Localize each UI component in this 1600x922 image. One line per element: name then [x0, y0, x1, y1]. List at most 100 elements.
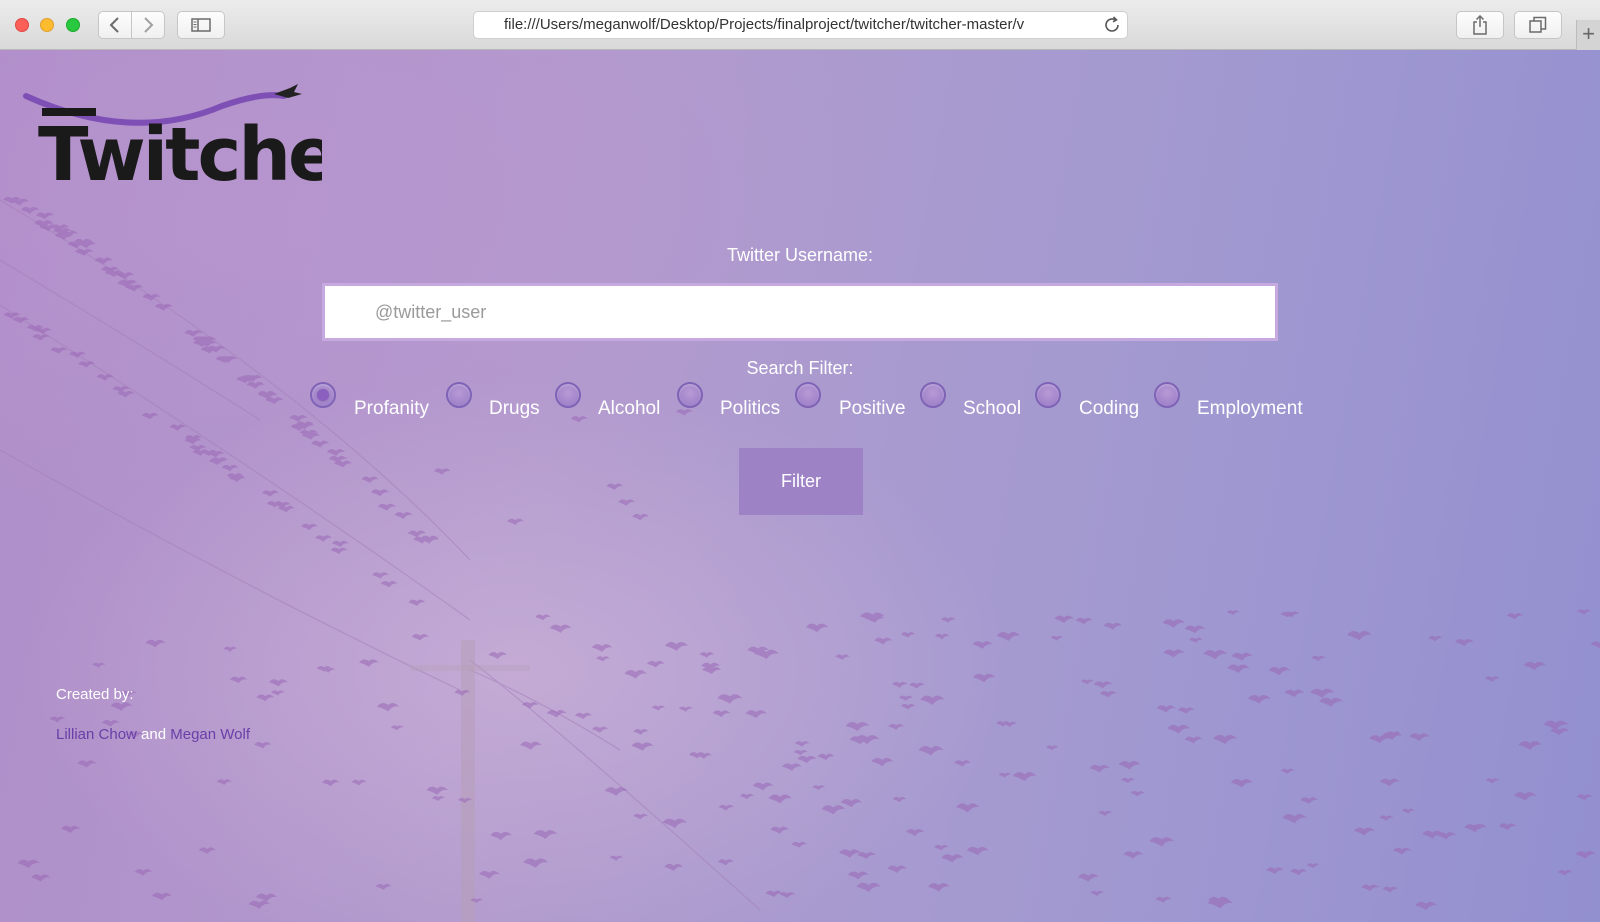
- bird-silhouette: [1099, 690, 1117, 698]
- share-button[interactable]: [1456, 11, 1504, 39]
- bird-silhouette: [408, 599, 426, 606]
- bird-silhouette: [765, 890, 783, 898]
- bird-silhouette: [797, 755, 817, 764]
- tabs-icon: [1529, 16, 1547, 33]
- radio-positive[interactable]: [795, 382, 821, 408]
- bird-silhouette: [1184, 736, 1203, 744]
- label-profanity[interactable]: Profanity: [354, 398, 429, 420]
- back-button[interactable]: [98, 11, 132, 39]
- reload-icon[interactable]: [1102, 15, 1122, 35]
- label-politics[interactable]: Politics: [720, 398, 780, 420]
- bird-silhouette: [1523, 661, 1546, 671]
- filter-button[interactable]: Filter: [739, 448, 863, 515]
- bird-silhouette: [17, 859, 40, 868]
- bird-silhouette: [69, 351, 86, 358]
- window-close-button[interactable]: [15, 18, 29, 32]
- bird-silhouette: [330, 547, 348, 554]
- bird-silhouette: [651, 705, 666, 711]
- bird-silhouette: [1382, 886, 1399, 893]
- bird-silhouette: [112, 386, 130, 393]
- bird-silhouette: [507, 518, 524, 525]
- bird-silhouette: [1379, 778, 1400, 787]
- bird-silhouette: [1163, 649, 1185, 658]
- bird-silhouette: [606, 483, 624, 490]
- radio-coding[interactable]: [1035, 382, 1061, 408]
- bird-silhouette: [92, 662, 106, 668]
- bird-silhouette: [1550, 728, 1570, 736]
- username-input[interactable]: [322, 283, 1278, 341]
- sidebar-toggle-button[interactable]: [177, 11, 225, 39]
- bird-silhouette: [998, 772, 1012, 778]
- bird-silhouette: [664, 863, 684, 872]
- window-minimize-button[interactable]: [40, 18, 54, 32]
- radio-school[interactable]: [920, 382, 946, 408]
- bird-silhouette: [754, 649, 779, 660]
- bird-silhouette: [664, 642, 689, 651]
- bird-silhouette: [1012, 772, 1037, 782]
- label-drugs[interactable]: Drugs: [489, 398, 540, 420]
- address-bar[interactable]: file:///Users/meganwolf/Desktop/Projects…: [473, 11, 1128, 39]
- radio-alcohol[interactable]: [555, 382, 581, 408]
- window-zoom-button[interactable]: [66, 18, 80, 32]
- label-alcohol[interactable]: Alcohol: [598, 398, 660, 420]
- bird-silhouette: [96, 374, 114, 381]
- label-school[interactable]: School: [963, 398, 1021, 420]
- bird-silhouette: [739, 793, 755, 800]
- bird-silhouette: [315, 535, 333, 542]
- bird-silhouette: [271, 690, 285, 696]
- bird-silhouette: [817, 753, 835, 761]
- bird-silhouette: [1280, 768, 1295, 774]
- credits-title: Created by:: [56, 686, 134, 703]
- bird-silhouette: [1353, 827, 1376, 836]
- bird-silhouette: [31, 874, 51, 882]
- bird-silhouette: [1103, 622, 1123, 630]
- label-positive[interactable]: Positive: [839, 398, 906, 420]
- bird-silhouette: [490, 831, 513, 841]
- label-employment[interactable]: Employment: [1197, 398, 1303, 420]
- author-link-lillian[interactable]: Lillian Chow: [56, 726, 137, 743]
- bird-silhouette: [972, 641, 993, 649]
- bird-silhouette: [609, 855, 624, 861]
- bird-silhouette: [745, 710, 767, 719]
- bird-silhouette: [856, 882, 882, 893]
- radio-politics[interactable]: [677, 382, 703, 408]
- bird-silhouette: [1415, 901, 1438, 911]
- bird-silhouette: [887, 865, 908, 873]
- bird-silhouette: [805, 623, 829, 633]
- bird-silhouette: [145, 639, 166, 648]
- tab-overview-button[interactable]: [1514, 11, 1562, 39]
- bird-silhouette: [432, 796, 445, 801]
- radio-profanity[interactable]: [310, 382, 336, 408]
- bird-silhouette: [198, 847, 216, 854]
- bird-silhouette: [488, 651, 508, 660]
- bird-silhouette: [632, 513, 649, 521]
- new-tab-button[interactable]: +: [1576, 20, 1600, 50]
- bird-silhouette: [678, 706, 693, 712]
- bird-silhouette: [857, 852, 876, 860]
- bird-silhouette: [262, 490, 279, 497]
- bird-silhouette: [311, 440, 330, 448]
- bird-silhouette: [972, 673, 996, 683]
- bird-silhouette: [633, 728, 649, 735]
- bird-silhouette: [359, 659, 379, 667]
- bird-silhouette: [184, 330, 203, 337]
- bird-silhouette: [631, 742, 654, 751]
- bird-silhouette: [74, 248, 94, 256]
- author-link-megan[interactable]: Megan Wolf: [170, 726, 250, 743]
- chevron-right-icon: [144, 17, 154, 33]
- bird-silhouette: [839, 849, 862, 858]
- label-coding[interactable]: Coding: [1079, 398, 1139, 420]
- url-text: file:///Users/meganwolf/Desktop/Projects…: [504, 16, 1025, 33]
- forward-button[interactable]: [131, 11, 165, 39]
- radio-drugs[interactable]: [446, 382, 472, 408]
- radio-employment[interactable]: [1154, 382, 1180, 408]
- chevron-left-icon: [109, 17, 119, 33]
- bird-silhouette: [1557, 869, 1573, 876]
- bird-silhouette: [1162, 619, 1186, 628]
- twitcher-logo: Twitcher: [23, 84, 322, 194]
- bird-silhouette: [1118, 761, 1141, 770]
- bird-silhouette: [380, 580, 398, 588]
- bird-silhouette: [246, 381, 265, 389]
- bird-silhouette: [1230, 779, 1253, 788]
- bird-silhouette: [116, 272, 135, 280]
